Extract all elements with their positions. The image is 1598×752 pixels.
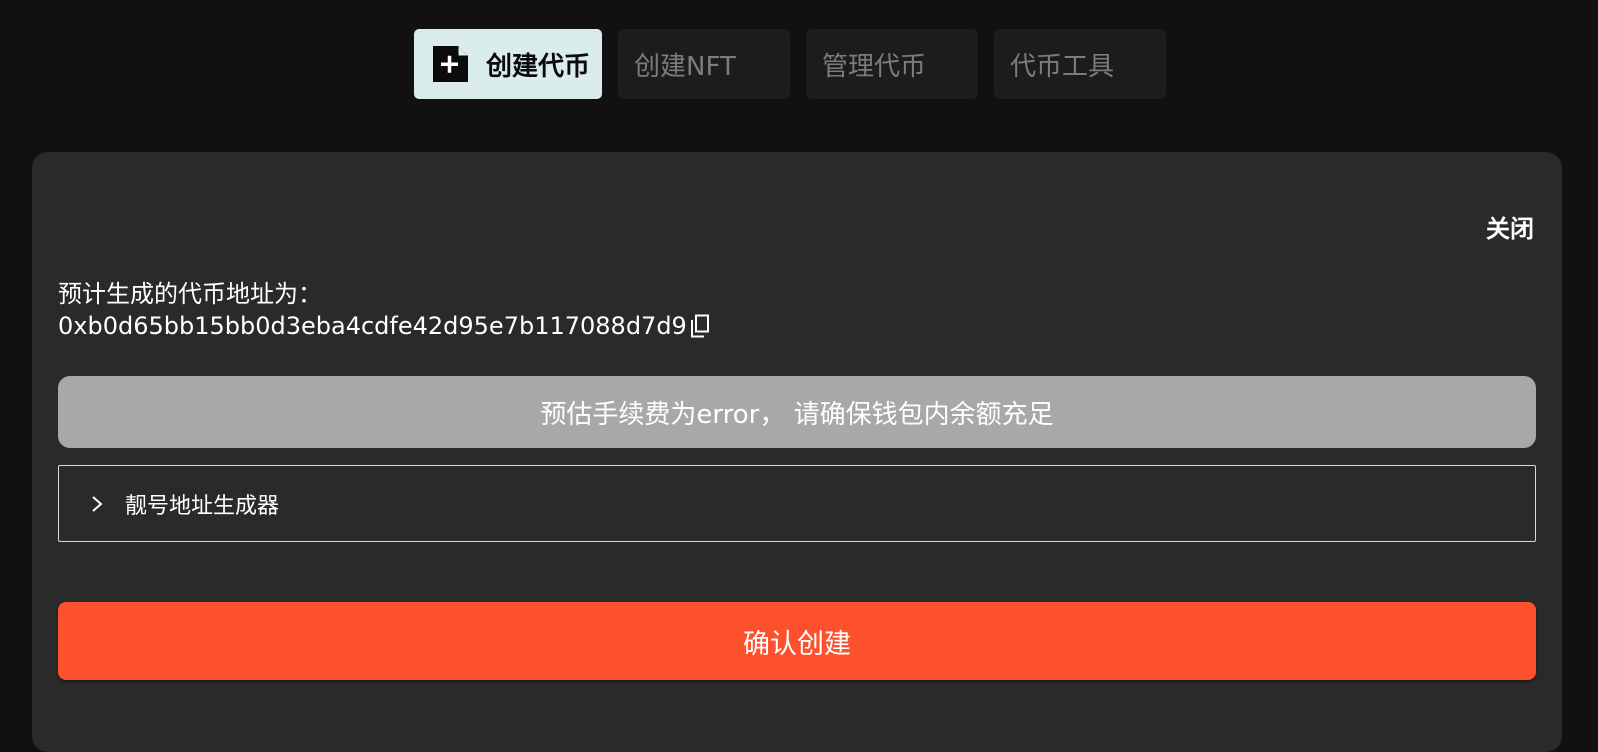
address-row: 0xb0d65bb15bb0d3eba4cdfe42d95e7b117088d7… <box>58 312 711 340</box>
confirm-create-button[interactable]: 确认创建 <box>58 602 1536 680</box>
fee-estimate-banner: 预估手续费为error， 请确保钱包内余额充足 <box>58 376 1536 448</box>
tab-label: 管理代币 <box>822 51 927 82</box>
tab-label: 创建NFT <box>634 51 736 82</box>
fee-estimate-text: 预估手续费为error， 请确保钱包内余额充足 <box>540 399 1054 430</box>
token-address: 0xb0d65bb15bb0d3eba4cdfe42d95e7b117088d7… <box>58 312 687 340</box>
tab-label: 创建代币 <box>486 51 591 82</box>
address-label: 预计生成的代币地址为： <box>58 280 322 308</box>
tab-create-token[interactable]: 创建代币 <box>414 29 602 99</box>
tab-bar: 创建代币 创建NFT 管理代币 代币工具 <box>414 29 1166 99</box>
tab-create-nft[interactable]: 创建NFT <box>618 29 790 99</box>
vanity-address-accordion[interactable]: 靓号地址生成器 <box>58 465 1536 542</box>
add-file-icon <box>430 44 470 84</box>
copy-icon[interactable] <box>689 314 711 338</box>
accordion-label: 靓号地址生成器 <box>125 493 280 519</box>
tab-label: 代币工具 <box>1010 51 1115 82</box>
tab-token-tools[interactable]: 代币工具 <box>994 29 1166 99</box>
create-token-panel: 关闭 预计生成的代币地址为： 0xb0d65bb15bb0d3eba4cdfe4… <box>32 152 1562 752</box>
chevron-right-icon <box>89 495 105 513</box>
confirm-create-label: 确认创建 <box>743 628 851 660</box>
close-button[interactable]: 关闭 <box>1486 209 1534 244</box>
tab-manage-token[interactable]: 管理代币 <box>806 29 978 99</box>
